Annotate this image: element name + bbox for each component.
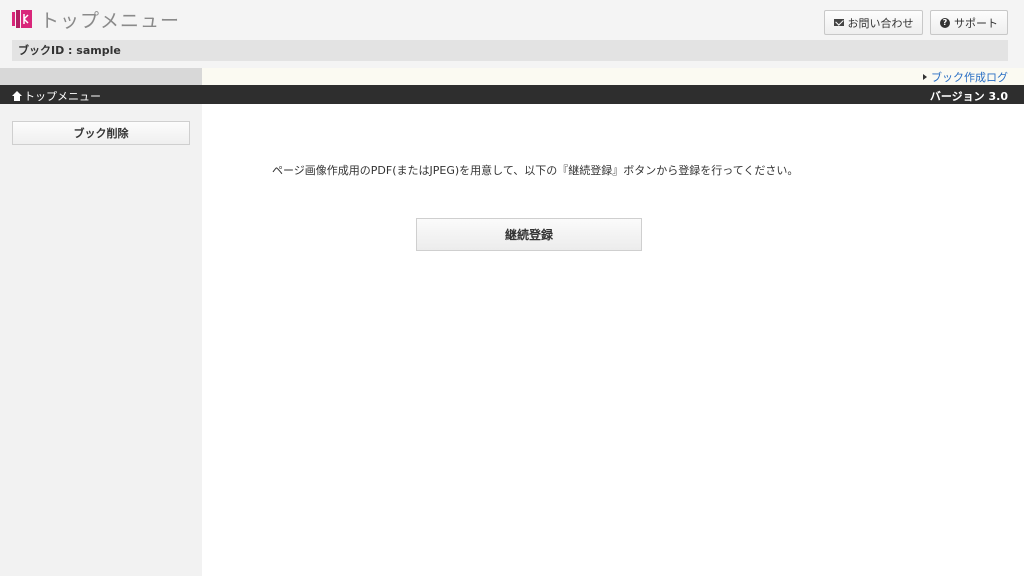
breadcrumb[interactable]: トップメニュー (12, 88, 101, 104)
app-logo (12, 10, 32, 28)
help-icon: ? (940, 17, 950, 28)
log-bar-side (0, 68, 202, 85)
breadcrumb-label: トップメニュー (24, 90, 101, 103)
contact-button[interactable]: お問い合わせ (824, 10, 923, 35)
book-log-link-label: ブック作成ログ (931, 71, 1008, 84)
instruction-text: ページ画像作成用のPDF(またはJPEG)を用意して、以下の『継続登録』ボタンか… (272, 164, 799, 177)
triangle-right-icon (923, 74, 927, 80)
book-id-label: ブックID : sample (12, 40, 1008, 61)
mail-icon (833, 19, 844, 26)
home-icon (12, 91, 22, 101)
support-button[interactable]: ? サポート (930, 10, 1008, 35)
header: トップメニュー お問い合わせ ? サポート ブックID : sample (0, 0, 1024, 68)
nav-bar: トップメニュー バージョン 3.0 (0, 85, 1024, 104)
log-bar: ブック作成ログ (0, 68, 1024, 85)
delete-book-button[interactable]: ブック削除 (12, 121, 190, 145)
page-title: トップメニュー (40, 10, 181, 32)
book-log-link[interactable]: ブック作成ログ (923, 69, 1008, 85)
version-label: バージョン 3.0 (929, 90, 1008, 103)
continue-register-button[interactable]: 継続登録 (416, 218, 642, 251)
sidebar: ブック削除 (0, 104, 202, 576)
support-button-label: サポート (954, 16, 998, 30)
contact-button-label: お問い合わせ (847, 16, 914, 30)
